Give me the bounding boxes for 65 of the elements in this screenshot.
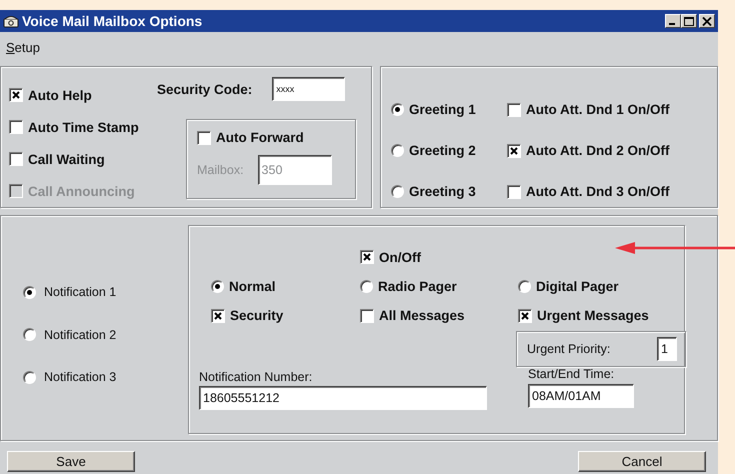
- checkbox-label: Auto Time Stamp: [28, 120, 139, 134]
- field-label: Start/End Time:: [528, 367, 616, 381]
- checkbox-label: Auto Att. Dnd 1 On/Off: [526, 102, 670, 117]
- checkbox-label: On/Off: [379, 250, 421, 264]
- radio-label: Notification 3: [44, 370, 116, 384]
- radio-button[interactable]: [391, 185, 404, 198]
- close-button[interactable]: [699, 14, 715, 28]
- radio-label: Notification 2: [44, 328, 116, 342]
- x-mark-icon: [12, 91, 20, 99]
- checkbox[interactable]: [507, 184, 521, 198]
- radio-button[interactable]: [23, 286, 36, 299]
- menu-item[interactable]: Setup: [6, 40, 40, 54]
- checkbox[interactable]: [507, 144, 521, 158]
- radio-button[interactable]: [360, 280, 373, 293]
- checkbox-label: Auto Help: [28, 88, 92, 102]
- radio-label: Radio Pager: [378, 279, 457, 294]
- radio-label: Greeting 3: [409, 184, 476, 199]
- radio-label: Greeting 1: [409, 102, 476, 117]
- checkbox[interactable]: [360, 308, 374, 322]
- checkbox-label: Urgent Messages: [537, 308, 649, 323]
- save-button[interactable]: Save: [7, 451, 135, 472]
- checkbox[interactable]: [9, 120, 23, 134]
- input-field[interactable]: 1: [657, 337, 677, 361]
- checkbox-label: Auto Forward: [216, 130, 304, 145]
- checkbox-label: All Messages: [379, 308, 465, 323]
- checkbox-label: Auto Att. Dnd 2 On/Off: [526, 143, 670, 158]
- radio-button[interactable]: [211, 280, 224, 293]
- checkbox[interactable]: [360, 250, 374, 264]
- input-field[interactable]: xxxx: [272, 77, 346, 101]
- radio-label: Normal: [229, 279, 276, 294]
- radio-label: Notification 1: [44, 285, 116, 300]
- x-mark-icon: [214, 312, 222, 320]
- checkbox-label: Auto Att. Dnd 3 On/Off: [526, 184, 670, 199]
- radio-button[interactable]: [23, 328, 36, 342]
- radio-button[interactable]: [23, 370, 36, 384]
- input-field[interactable]: 08AM/01AM: [528, 384, 634, 408]
- x-mark-icon: [363, 253, 371, 261]
- checkbox[interactable]: [507, 102, 521, 116]
- radio-label: Digital Pager: [536, 279, 619, 294]
- minimize-button[interactable]: [665, 14, 681, 28]
- maximize-button[interactable]: [681, 14, 697, 28]
- close-icon: [702, 16, 712, 26]
- maximize-icon: [684, 16, 694, 26]
- checkbox[interactable]: [9, 88, 23, 102]
- x-mark-icon: [521, 312, 529, 320]
- checkbox-label: Call Announcing: [28, 184, 135, 198]
- minimize-icon: [669, 23, 675, 25]
- checkbox[interactable]: [518, 308, 532, 322]
- cancel-button[interactable]: Cancel: [578, 451, 706, 472]
- radio-button[interactable]: [518, 280, 531, 293]
- checkbox[interactable]: [211, 308, 225, 322]
- checkbox[interactable]: [9, 152, 23, 166]
- input-field[interactable]: 18605551212: [199, 386, 487, 410]
- phone-icon: [3, 14, 19, 28]
- field-label: Mailbox:: [197, 163, 244, 177]
- checkbox-label: Security: [230, 308, 284, 323]
- field-label: Urgent Priority:: [527, 342, 610, 356]
- x-mark-icon: [510, 146, 518, 154]
- radio-button[interactable]: [391, 103, 404, 116]
- radio-button[interactable]: [391, 144, 404, 157]
- radio-label: Greeting 2: [409, 143, 476, 158]
- field-label: Security Code:: [157, 82, 252, 96]
- field-label: Notification Number:: [199, 370, 314, 384]
- window-title: Voice Mail Mailbox Options: [22, 13, 204, 29]
- checkbox-label: Call Waiting: [28, 152, 105, 166]
